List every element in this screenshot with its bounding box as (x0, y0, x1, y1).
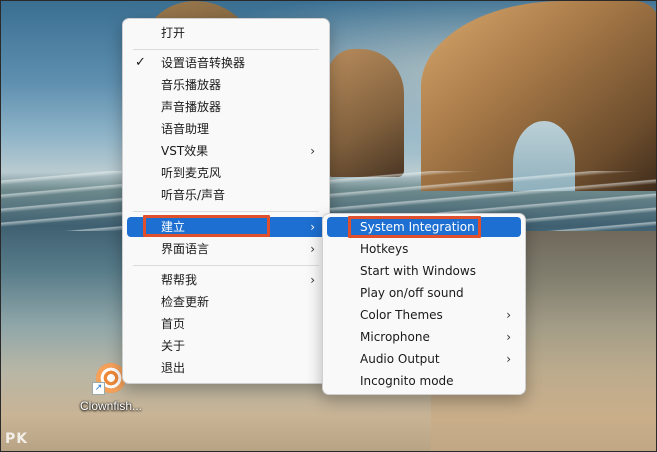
submenu-item-hotkeys[interactable]: Hotkeys (327, 239, 521, 259)
menu-item-open[interactable]: 打开 (127, 23, 325, 43)
menu-item-label: 退出 (161, 361, 186, 375)
chevron-right-icon: › (310, 220, 315, 234)
menu-item-label: 声音播放器 (161, 100, 222, 114)
menu-item-label: 听到麦克风 (161, 166, 222, 180)
submenu-item-start-with-windows[interactable]: Start with Windows (327, 261, 521, 281)
menu-item-sound-player[interactable]: 声音播放器 (127, 97, 325, 117)
menu-item-vst-effects[interactable]: VST效果 › (127, 141, 325, 161)
menu-item-label: 音乐播放器 (161, 78, 222, 92)
chevron-right-icon: › (310, 273, 315, 287)
menu-item-help[interactable]: 帮帮我 › (127, 270, 325, 290)
menu-item-label: 语音助理 (161, 122, 210, 136)
menu-item-check-updates[interactable]: 检查更新 (127, 292, 325, 312)
menu-item-label: Start with Windows (360, 264, 476, 278)
wallpaper-rock-middle (326, 49, 404, 177)
menu-separator (133, 49, 319, 50)
chevron-right-icon: › (310, 242, 315, 256)
menu-item-label: Hotkeys (360, 242, 409, 256)
chevron-right-icon: › (506, 352, 511, 366)
menu-item-hear-microphone[interactable]: 听到麦克风 (127, 163, 325, 183)
menu-item-label: VST效果 (161, 144, 209, 158)
menu-item-label: 首页 (161, 317, 186, 331)
menu-item-label: 听音乐/声音 (161, 188, 226, 202)
chevron-right-icon: › (506, 330, 511, 344)
shortcut-arrow-icon: ↗ (92, 382, 105, 395)
setup-submenu: System Integration Hotkeys Start with Wi… (322, 213, 526, 395)
menu-item-label: 关于 (161, 339, 186, 353)
menu-item-homepage[interactable]: 首页 (127, 314, 325, 334)
submenu-item-color-themes[interactable]: Color Themes › (327, 305, 521, 325)
menu-item-label: 帮帮我 (161, 273, 198, 287)
menu-item-voice-assistant[interactable]: 语音助理 (127, 119, 325, 139)
submenu-item-play-on-off-sound[interactable]: Play on/off sound (327, 283, 521, 303)
submenu-item-microphone[interactable]: Microphone › (327, 327, 521, 347)
menu-item-about[interactable]: 关于 (127, 336, 325, 356)
menu-item-hear-music-sound[interactable]: 听音乐/声音 (127, 185, 325, 205)
menu-item-interface-language[interactable]: 界面语言 › (127, 239, 325, 259)
menu-item-exit[interactable]: 退出 (127, 358, 325, 378)
menu-item-music-player[interactable]: 音乐播放器 (127, 75, 325, 95)
submenu-item-audio-output[interactable]: Audio Output › (327, 349, 521, 369)
menu-separator (133, 211, 319, 212)
desktop-icon-label: Clownfish... (79, 399, 143, 413)
checkmark-icon: ✓ (135, 55, 146, 70)
submenu-item-incognito-mode[interactable]: Incognito mode (327, 371, 521, 391)
menu-item-label: 打开 (161, 26, 186, 40)
menu-item-label: Audio Output (360, 352, 440, 366)
menu-item-label: Play on/off sound (360, 286, 464, 300)
watermark: PK (5, 431, 29, 447)
menu-item-setup-voice-changer[interactable]: ✓ 设置语音转换器 (127, 53, 325, 73)
menu-item-label: 设置语音转换器 (161, 56, 246, 70)
menu-separator (133, 265, 319, 266)
menu-item-label: Incognito mode (360, 374, 454, 388)
menu-item-label: Color Themes (360, 308, 443, 322)
chevron-right-icon: › (506, 308, 511, 322)
annotation-box-system-integration (348, 216, 481, 238)
menu-item-label: Microphone (360, 330, 430, 344)
menu-item-label: 界面语言 (161, 242, 210, 256)
menu-item-label: 检查更新 (161, 295, 210, 309)
chevron-right-icon: › (310, 144, 315, 158)
tray-context-menu: 打开 ✓ 设置语音转换器 音乐播放器 声音播放器 语音助理 VST效果 › 听到… (122, 18, 330, 384)
annotation-box-setup (143, 215, 270, 237)
